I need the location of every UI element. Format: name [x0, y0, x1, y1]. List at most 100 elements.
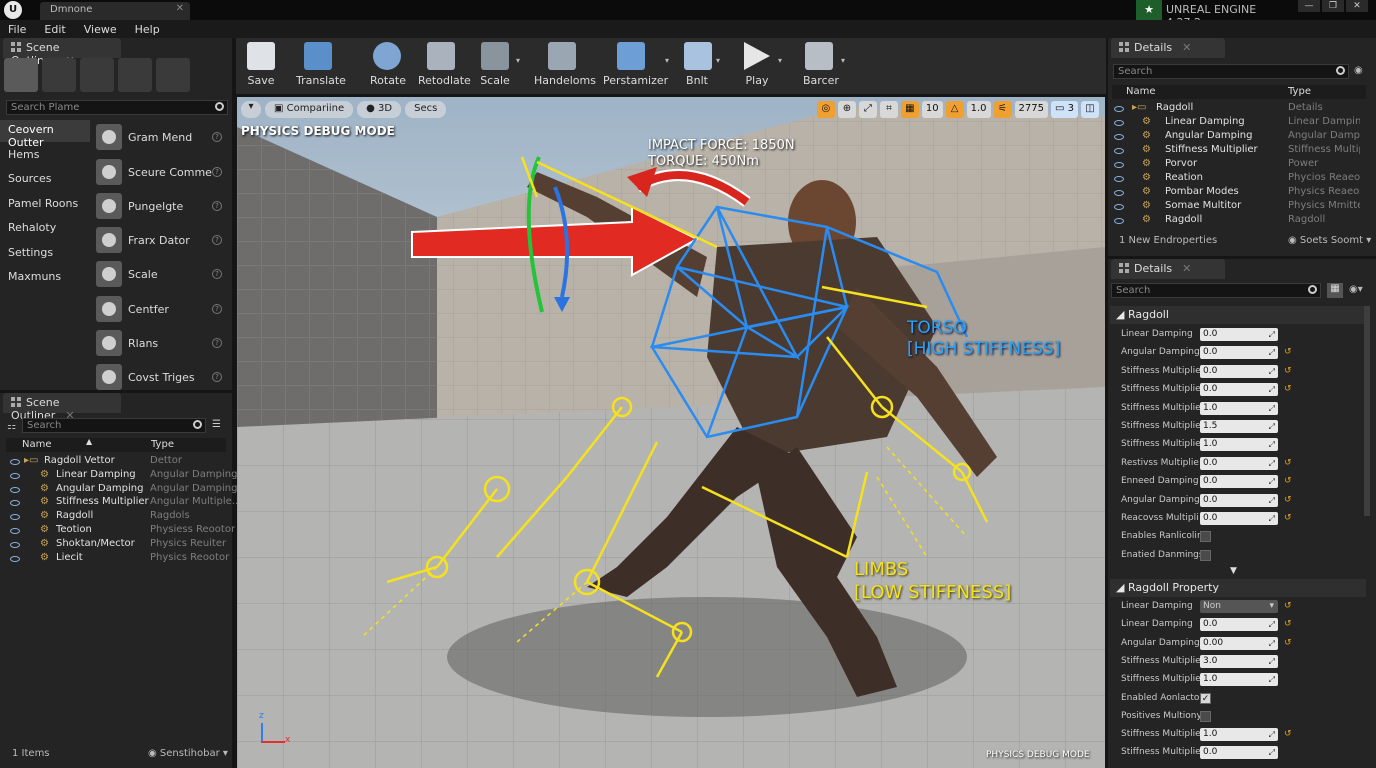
translate-button[interactable]: Translate: [296, 40, 346, 92]
property-checkbox[interactable]: ✓: [1200, 692, 1211, 704]
property-value-input[interactable]: 0.0: [1200, 475, 1278, 489]
place-mode-icon[interactable]: [4, 58, 38, 92]
visibility-eye-icon[interactable]: [1114, 106, 1124, 112]
menu-help[interactable]: Help: [135, 23, 160, 36]
close-icon[interactable]: ✕: [176, 3, 184, 14]
visibility-eye-icon[interactable]: [1114, 176, 1124, 182]
table-row[interactable]: ⚙ Somae Multitor Physics Mmitter: [1112, 200, 1364, 214]
details-bottom-tab[interactable]: Details ✕: [1111, 259, 1225, 279]
filter-icon[interactable]: ⚏: [7, 421, 16, 432]
camera-speed-value[interactable]: 2775: [1014, 101, 1048, 118]
screen-layout-button[interactable]: ▭ 3: [1050, 101, 1078, 118]
reset-to-default-icon[interactable]: ↺: [1284, 619, 1292, 629]
reset-to-default-icon[interactable]: ↺: [1284, 458, 1292, 468]
visibility-eye-icon[interactable]: [1114, 204, 1124, 210]
menu-view[interactable]: Viewe: [84, 23, 117, 36]
property-value-input[interactable]: 3.0: [1200, 654, 1278, 668]
place-item[interactable]: Sceure Comme...?: [92, 156, 228, 188]
camera-speed-icon[interactable]: ⚟: [993, 101, 1012, 118]
column-type[interactable]: Type: [1288, 86, 1311, 97]
close-window-icon[interactable]: ✕: [1346, 0, 1368, 12]
chevron-down-icon[interactable]: ▾: [778, 56, 782, 65]
level-viewport[interactable]: ▾ ▣ Compariine ● 3D Secs ◎ ⊕ ⤢ ⌗ ▦ 10 △ …: [237, 97, 1105, 768]
property-value-input[interactable]: 0.0: [1200, 493, 1278, 507]
handeloms-button[interactable]: Handeloms: [534, 40, 596, 92]
table-row[interactable]: ⚙ Linear Damping Linear Damping: [1112, 116, 1364, 130]
table-row[interactable]: ▸▭ Ragdoll Details: [1112, 102, 1364, 116]
sort-options[interactable]: ◉ Soets Soomt ▾: [1288, 235, 1371, 246]
eye-icon[interactable]: ◉: [1354, 65, 1363, 76]
reset-to-default-icon[interactable]: ↺: [1284, 601, 1292, 611]
table-row[interactable]: ⚙ Liecit Physics Reootor: [6, 552, 229, 566]
reset-to-default-icon[interactable]: ↺: [1284, 384, 1292, 394]
visibility-eye-icon[interactable]: [10, 472, 20, 479]
chevron-down-icon[interactable]: ▾: [516, 56, 520, 65]
visibility-eye-icon[interactable]: [10, 486, 20, 493]
column-type[interactable]: Type: [151, 439, 174, 450]
property-value-input[interactable]: 0.0: [1200, 364, 1278, 378]
table-row[interactable]: ⚙ Porvor Power: [1112, 158, 1364, 172]
grid-snap-value[interactable]: 10: [921, 101, 943, 118]
category-item[interactable]: Rehaloty: [0, 218, 90, 240]
property-value-input[interactable]: 0.0: [1200, 346, 1278, 360]
property-dropdown[interactable]: Non: [1200, 600, 1278, 613]
place-item[interactable]: Frarx Dator?: [92, 224, 228, 256]
column-name[interactable]: Name: [22, 439, 52, 450]
property-checkbox[interactable]: [1200, 531, 1211, 543]
visibility-eye-icon[interactable]: [10, 555, 20, 562]
place-item[interactable]: Rlans?: [92, 327, 228, 359]
place-item[interactable]: Pungelgte?: [92, 190, 228, 222]
build-button[interactable]: Bnlt ▾: [684, 40, 720, 92]
column-name[interactable]: Name: [1126, 86, 1156, 97]
table-row[interactable]: ⚙ Angular Damping Angular Damping: [6, 483, 237, 497]
world-icon[interactable]: ⊕: [837, 101, 856, 118]
property-value-input[interactable]: 1.0: [1200, 438, 1278, 452]
reset-to-default-icon[interactable]: ↺: [1284, 476, 1292, 486]
details-bottom-search-input[interactable]: Search: [1111, 283, 1321, 298]
table-row[interactable]: ⚙ Reation Phycios Reaeos: [1112, 172, 1364, 186]
property-value-input[interactable]: 1.5: [1200, 420, 1278, 433]
chevron-down-icon[interactable]: ▾: [716, 56, 720, 65]
table-row[interactable]: ⚙ Ragdoll Ragdols: [6, 510, 228, 524]
advanced-expand-icon[interactable]: ▼: [1230, 566, 1237, 576]
reset-to-default-icon[interactable]: ↺: [1284, 729, 1292, 739]
property-value-input[interactable]: 1.0: [1200, 401, 1278, 415]
place-item[interactable]: Gram Mend?: [92, 121, 228, 153]
eye-icon[interactable]: ◉▾: [1349, 284, 1363, 295]
category-item[interactable]: Pamel Roons: [0, 194, 90, 216]
property-checkbox[interactable]: [1200, 710, 1211, 722]
place-item[interactable]: Covst Triges?: [92, 361, 228, 393]
view-options-icon[interactable]: ☰: [212, 419, 221, 430]
place-item[interactable]: Scale?: [92, 258, 228, 290]
property-value-input[interactable]: 0.0: [1200, 618, 1278, 632]
play-button[interactable]: Play ▾: [742, 40, 782, 92]
visibility-eye-icon[interactable]: [10, 500, 20, 507]
rotate-button[interactable]: Rotate: [370, 40, 406, 92]
grid-snap-icon[interactable]: ⌗: [879, 101, 898, 118]
property-checkbox[interactable]: [1200, 549, 1211, 561]
table-row[interactable]: ⚙ Angular Damping Angular Dampin: [1112, 130, 1364, 144]
visibility-eye-icon[interactable]: [1114, 134, 1124, 140]
category-item[interactable]: Settings: [0, 243, 90, 265]
scene-outliner-tab[interactable]: Scene Outliner ✕: [3, 393, 121, 422]
category-item[interactable]: Maxmuns: [0, 267, 90, 289]
scale-snap-value[interactable]: 1.0: [966, 101, 991, 118]
ragdoll-property-section-header[interactable]: ◢ Ragdoll Property: [1110, 579, 1366, 597]
details-top-search-input[interactable]: Search: [1113, 64, 1349, 79]
foliage-mode-icon[interactable]: [118, 58, 152, 92]
outliner-search-input[interactable]: Search: [22, 418, 206, 433]
menu-edit[interactable]: Edit: [44, 23, 65, 36]
table-row[interactable]: ⚙ Shoktan/Mector Physics Reuiter: [6, 538, 228, 552]
property-value-input[interactable]: 0.0: [1200, 456, 1278, 470]
marketplace-star-icon[interactable]: ★: [1136, 0, 1162, 20]
visibility-eye-icon[interactable]: [1114, 148, 1124, 154]
visibility-eye-icon[interactable]: [1114, 120, 1124, 126]
place-item[interactable]: Centfer?: [92, 293, 228, 325]
retodlate-button[interactable]: Retodlate: [418, 40, 471, 92]
details-scrollbar[interactable]: [1364, 306, 1370, 516]
category-item[interactable]: Hems: [0, 145, 90, 167]
visibility-eye-icon[interactable]: [10, 459, 20, 465]
viewport-show-pill[interactable]: Secs: [405, 101, 447, 118]
outliner-view-options[interactable]: ◉ Senstihobar ▾: [148, 748, 228, 759]
property-value-input[interactable]: 0.0: [1200, 746, 1278, 760]
